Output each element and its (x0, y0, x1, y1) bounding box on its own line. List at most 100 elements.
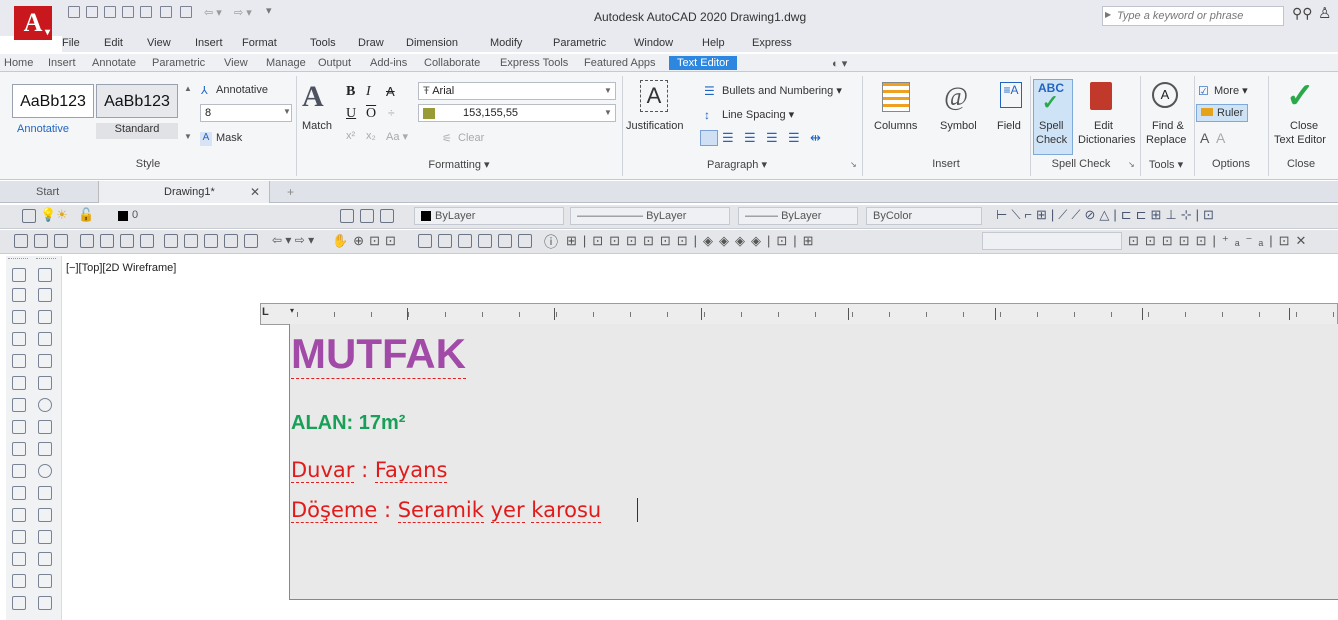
align-left-icon[interactable]: ☰ (722, 130, 734, 146)
redo-text-icon[interactable]: A (1216, 130, 1225, 146)
dimension-toolbar-icons[interactable]: ⊢⟍⌐⊞|⟋⟋⊘△|⊏⊏⊞⊥⊹|⊡ (996, 207, 1218, 223)
polyline-icon[interactable] (38, 310, 52, 324)
mask-button[interactable]: Mask (216, 132, 242, 144)
layer-properties-icon[interactable] (22, 209, 36, 223)
style-scroll-down-icon[interactable]: ▼ (184, 132, 192, 141)
new-file-icon[interactable] (68, 6, 80, 18)
paste-icon[interactable] (204, 234, 218, 248)
tab-view[interactable]: View (224, 57, 248, 69)
tab-featured-apps[interactable]: Featured Apps (584, 57, 656, 69)
break-at-point-icon[interactable] (12, 508, 26, 522)
text-height-input[interactable]: 8 (200, 104, 292, 122)
sheet-set-icon[interactable] (478, 234, 492, 248)
tab-express-tools[interactable]: Express Tools (500, 57, 568, 69)
justification-button[interactable]: Justification (626, 120, 683, 132)
viewport-controls[interactable]: [−][Top][2D Wireframe] (66, 262, 176, 274)
menu-file[interactable]: File (62, 37, 80, 49)
menu-parametric[interactable]: Parametric (553, 37, 606, 49)
overline-icon[interactable]: O (366, 106, 376, 122)
customize-dropdown-icon[interactable]: ▾ (266, 4, 272, 17)
find-label[interactable]: Find & (1152, 120, 1184, 132)
quickcalc-icon[interactable] (518, 234, 532, 248)
make-current-icon[interactable] (340, 209, 354, 223)
trim-icon[interactable] (12, 464, 26, 478)
menu-express[interactable]: Express (752, 37, 792, 49)
match-layer-icon[interactable] (360, 209, 374, 223)
search-input[interactable]: Type a keyword or phrase (1102, 6, 1284, 26)
current-layer[interactable]: 0 (132, 209, 138, 221)
break-icon[interactable] (12, 530, 26, 544)
ellipse-icon[interactable] (38, 464, 52, 478)
plot-preview-icon[interactable] (100, 234, 114, 248)
tool-palettes-icon[interactable] (458, 234, 472, 248)
text-editor-ruler[interactable] (260, 303, 1338, 325)
help-icon[interactable]: ⓘ (544, 232, 558, 252)
chamfer-icon[interactable] (12, 574, 26, 588)
menu-help[interactable]: Help (702, 37, 725, 49)
menu-edit[interactable]: Edit (104, 37, 123, 49)
clear-button[interactable]: Clear (458, 132, 484, 144)
gradient-icon[interactable] (38, 596, 52, 610)
user-icon[interactable]: ♙ (1318, 4, 1331, 22)
erase-icon[interactable] (12, 268, 26, 282)
qnew-icon[interactable] (14, 234, 28, 248)
tab-home[interactable]: Home (4, 57, 33, 69)
dictionaries-label[interactable]: Dictionaries (1078, 134, 1135, 146)
ellipse-arc-icon[interactable] (38, 486, 52, 500)
redo-icon[interactable]: ⇨ ▾ (234, 6, 252, 19)
design-center-icon[interactable] (438, 234, 452, 248)
plotstyle-control[interactable]: ByColor (866, 207, 982, 225)
match-button[interactable]: Match (302, 120, 332, 132)
zoom-toolbar-icons[interactable]: ⊡⊡⊡⊡⊡|⁺ₐ⁻ₐ|⊡✕ (1128, 233, 1312, 249)
font-select[interactable]: Ŧ Arial (418, 82, 616, 100)
plot-icon[interactable] (160, 6, 172, 18)
more-options-button[interactable]: More ▾ (1214, 84, 1248, 97)
line-icon[interactable] (38, 268, 52, 282)
bullets-numbering-button[interactable]: Bullets and Numbering ▾ (722, 84, 842, 97)
tab-insert[interactable]: Insert (48, 57, 76, 69)
save-as-icon[interactable] (122, 6, 134, 18)
binoculars-icon[interactable]: ⚲⚲ (1292, 5, 1313, 22)
undo-toolbar-icon[interactable]: ⇦ ▾ ⇨ ▾ (272, 233, 314, 247)
columns-icon[interactable] (882, 82, 910, 112)
linetype-control[interactable]: —————— ByLayer (570, 207, 730, 225)
clear-formatting-icon[interactable]: ⚟ (442, 132, 452, 145)
find-replace-icon[interactable]: A (1152, 82, 1178, 108)
color-select[interactable]: 153,155,55 (418, 104, 616, 122)
layer-freeze-icon[interactable]: ☀ (56, 207, 68, 223)
tab-text-editor[interactable]: Text Editor (669, 56, 737, 70)
bold-icon[interactable]: B (346, 84, 355, 100)
revision-cloud-icon[interactable] (38, 420, 52, 434)
field-button[interactable]: Field (997, 120, 1021, 132)
new-tab-icon[interactable]: + (287, 185, 294, 199)
polygon-icon[interactable] (38, 332, 52, 346)
properties-icon[interactable] (418, 234, 432, 248)
lineweight-control[interactable]: ——— ByLayer (738, 207, 858, 225)
pan-zoom-icons[interactable]: ✋⊕⊡⊡ (332, 233, 401, 249)
join-icon[interactable] (12, 552, 26, 566)
print-icon[interactable] (180, 6, 192, 18)
arc-icon[interactable] (38, 376, 52, 390)
stack-icon[interactable]: ÷ (388, 106, 395, 120)
rectangle-icon[interactable] (38, 354, 52, 368)
copy-object-icon[interactable] (12, 288, 26, 302)
change-case-icon[interactable]: Aa ▾ (386, 130, 408, 143)
symbol-icon[interactable]: @ (944, 82, 968, 112)
fillet-icon[interactable] (12, 596, 26, 610)
text-line-mutfak[interactable]: MUTFAK (291, 330, 466, 379)
text-editor-label[interactable]: Text Editor (1274, 134, 1326, 146)
symbol-button[interactable]: Symbol (940, 120, 977, 132)
stretch-icon[interactable] (12, 442, 26, 456)
array-icon[interactable] (12, 354, 26, 368)
mirror-icon[interactable] (12, 310, 26, 324)
close-tab-icon[interactable]: ✕ (250, 185, 260, 199)
align-right-icon[interactable]: ☰ (766, 130, 778, 146)
menu-modify[interactable]: Modify (490, 37, 522, 49)
layer-lock-icon[interactable]: 🔓 (78, 207, 94, 223)
menu-format[interactable]: Format (242, 37, 277, 49)
style-scroll-up-icon[interactable]: ▲ (184, 84, 192, 93)
height-dropdown-icon[interactable]: ▼ (283, 107, 291, 116)
columns-button[interactable]: Columns (874, 120, 917, 132)
view-toolbar-icons[interactable]: ⊞|⊡⊡⊡⊡⊡⊡|◈◈◈◈|⊡|⊞ (566, 233, 820, 249)
justification-icon[interactable]: A (640, 80, 668, 112)
